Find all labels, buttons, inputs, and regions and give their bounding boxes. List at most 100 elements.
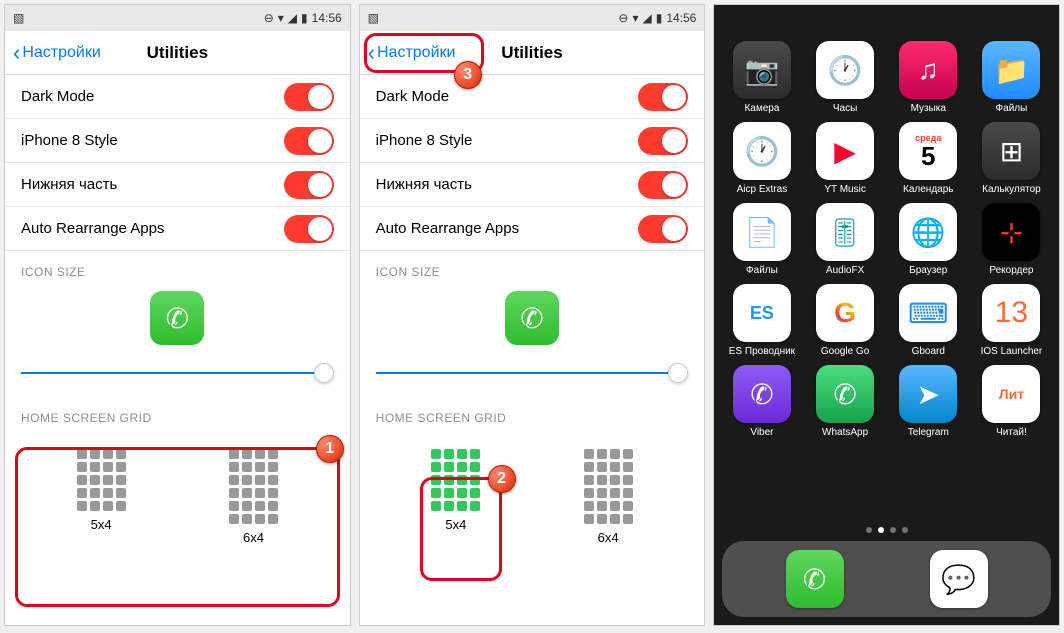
grid-preview-icon [584, 449, 633, 524]
app-Файлы[interactable]: 📁Файлы [972, 41, 1051, 114]
app-icon: ⊞ [982, 122, 1040, 180]
app-icon: Лит [982, 365, 1040, 423]
app-Камера[interactable]: 📷Камера [722, 41, 801, 114]
row-bottom-part[interactable]: Нижняя часть [5, 163, 350, 207]
row-label: Dark Mode [376, 88, 449, 105]
dnd-icon: ⊖ [618, 11, 628, 25]
status-bar: ▧ ⊖ ▾ ◢ ▮ 14:56 [360, 5, 705, 31]
app-label: Файлы [746, 265, 778, 276]
chevron-left-icon: ‹ [368, 40, 375, 66]
app-label: IOS Launcher [981, 346, 1043, 357]
icon-size-preview: ✆ [5, 285, 350, 355]
app-AudioFX[interactable]: 🎚AudioFX [806, 203, 885, 276]
app-Telegram[interactable]: ➤Telegram [889, 365, 968, 438]
row-label: Нижняя часть [21, 176, 117, 193]
app-icon: ▶ [816, 122, 874, 180]
toggle-iphone8[interactable] [638, 127, 688, 155]
annotation-badge-3: 3 [454, 61, 482, 89]
app-Музыка[interactable]: ♫Музыка [889, 41, 968, 114]
app-Gboard[interactable]: ⌨Gboard [889, 284, 968, 357]
app-icon: 📁 [982, 41, 1040, 99]
grid-option-6x4[interactable]: 6x4 [215, 443, 292, 551]
app-label: WhatsApp [822, 427, 868, 438]
clock-text: 14:56 [312, 11, 342, 25]
row-dark-mode[interactable]: Dark Mode [360, 75, 705, 119]
nav-bar: ‹ Настройки Utilities [5, 31, 350, 75]
app-icon: ⊹ [982, 203, 1040, 261]
grid-options: 5x4 6x4 [5, 431, 350, 571]
app-label: Читай! [996, 427, 1027, 438]
dnd-icon: ⊖ [264, 11, 274, 25]
home-screen-grid: 📷Камера🕐Часы♫Музыка📁Файлы🕐Aicp Extras▶YT… [714, 31, 1059, 438]
icon-size-slider[interactable] [21, 359, 334, 387]
app-Часы[interactable]: 🕐Часы [806, 41, 885, 114]
app-Браузер[interactable]: 🌐 Браузер [889, 203, 968, 276]
row-dark-mode[interactable]: Dark Mode [5, 75, 350, 119]
grid-option-5x4[interactable]: 5x4 [417, 443, 494, 551]
app-icon: ✆ [733, 365, 791, 423]
app-Viber[interactable]: ✆ Viber [722, 365, 801, 438]
toggle-bottom[interactable] [284, 171, 334, 199]
page-indicator [714, 527, 1059, 533]
app-IOS Launcher[interactable]: 13IOS Launcher [972, 284, 1051, 357]
status-bar: ▧ ⊖ ▾ ◢ ▮ 14:56 [5, 5, 350, 31]
app-label: Браузер [909, 265, 947, 276]
toggle-iphone8[interactable] [284, 127, 334, 155]
app-Aicp Extras[interactable]: 🕐Aicp Extras [722, 122, 801, 195]
annotation-badge-2: 2 [488, 465, 516, 493]
icon-size-preview: ✆ [360, 285, 705, 355]
toggle-dark-mode[interactable] [284, 83, 334, 111]
app-Читай![interactable]: Лит Читай! [972, 365, 1051, 438]
app-label: Музыка [911, 103, 946, 114]
back-button[interactable]: ‹ Настройки [13, 40, 101, 66]
app-icon: 🌐 [899, 203, 957, 261]
app-icon: 📷 [733, 41, 791, 99]
app-label: Aicp Extras [737, 184, 788, 195]
icon-size-slider[interactable] [376, 359, 689, 387]
app-YT Music[interactable]: ▶ YT Music [806, 122, 885, 195]
dock-app-icon[interactable]: ✆ [786, 550, 844, 608]
app-Рекордер[interactable]: ⊹Рекордер [972, 203, 1051, 276]
grid-label: 5x4 [431, 517, 480, 532]
toggle-dark-mode[interactable] [638, 83, 688, 111]
row-bottom-part[interactable]: Нижняя часть [360, 163, 705, 207]
grid-option-6x4[interactable]: 6x4 [570, 443, 647, 551]
app-icon: среда5 [899, 122, 957, 180]
toggle-bottom[interactable] [638, 171, 688, 199]
phone-screenshot-3: ▧ ⎋ ⊖ ▾ ◢ ▮ 14:57 📷Камера🕐Часы♫Музыка📁Фа… [713, 4, 1060, 626]
app-label: Viber [750, 427, 773, 438]
app-WhatsApp[interactable]: ✆WhatsApp [806, 365, 885, 438]
row-label: iPhone 8 Style [376, 132, 473, 149]
app-label: Календарь [903, 184, 953, 195]
back-label: Настройки [22, 44, 100, 62]
clock-text: 14:56 [666, 11, 696, 25]
toggle-auto-rearrange[interactable] [284, 215, 334, 243]
toggle-auto-rearrange[interactable] [638, 215, 688, 243]
phone-app-icon: ✆ [150, 291, 204, 345]
grid-preview-icon [431, 449, 480, 511]
app-Google Go[interactable]: GGoogle Go [806, 284, 885, 357]
battery-icon: ▮ [301, 11, 308, 25]
grid-preview-icon [229, 449, 278, 524]
app-icon: ES [733, 284, 791, 342]
grid-label: 6x4 [584, 530, 633, 545]
row-iphone8-style[interactable]: iPhone 8 Style [5, 119, 350, 163]
back-button[interactable]: ‹ Настройки [368, 40, 456, 66]
app-ES Проводник[interactable]: ESES Проводник [722, 284, 801, 357]
app-Файлы[interactable]: 📄Файлы [722, 203, 801, 276]
app-Календарь[interactable]: среда5 Календарь [889, 122, 968, 195]
signal-icon: ◢ [288, 11, 297, 25]
dock-app-icon[interactable]: 💬 [930, 550, 988, 608]
row-auto-rearrange[interactable]: Auto Rearrange Apps [360, 207, 705, 251]
section-icon-size: ICON SIZE [360, 251, 705, 285]
app-Калькулятор[interactable]: ⊞Калькулятор [972, 122, 1051, 195]
app-label: Часы [833, 103, 857, 114]
grid-option-5x4[interactable]: 5x4 [63, 443, 140, 551]
row-label: Auto Rearrange Apps [376, 220, 519, 237]
row-auto-rearrange[interactable]: Auto Rearrange Apps [5, 207, 350, 251]
app-label: YT Music [824, 184, 866, 195]
row-iphone8-style[interactable]: iPhone 8 Style [360, 119, 705, 163]
grid-label: 5x4 [77, 517, 126, 532]
app-icon: ➤ [899, 365, 957, 423]
grid-options: 5x4 6x4 [360, 431, 705, 571]
